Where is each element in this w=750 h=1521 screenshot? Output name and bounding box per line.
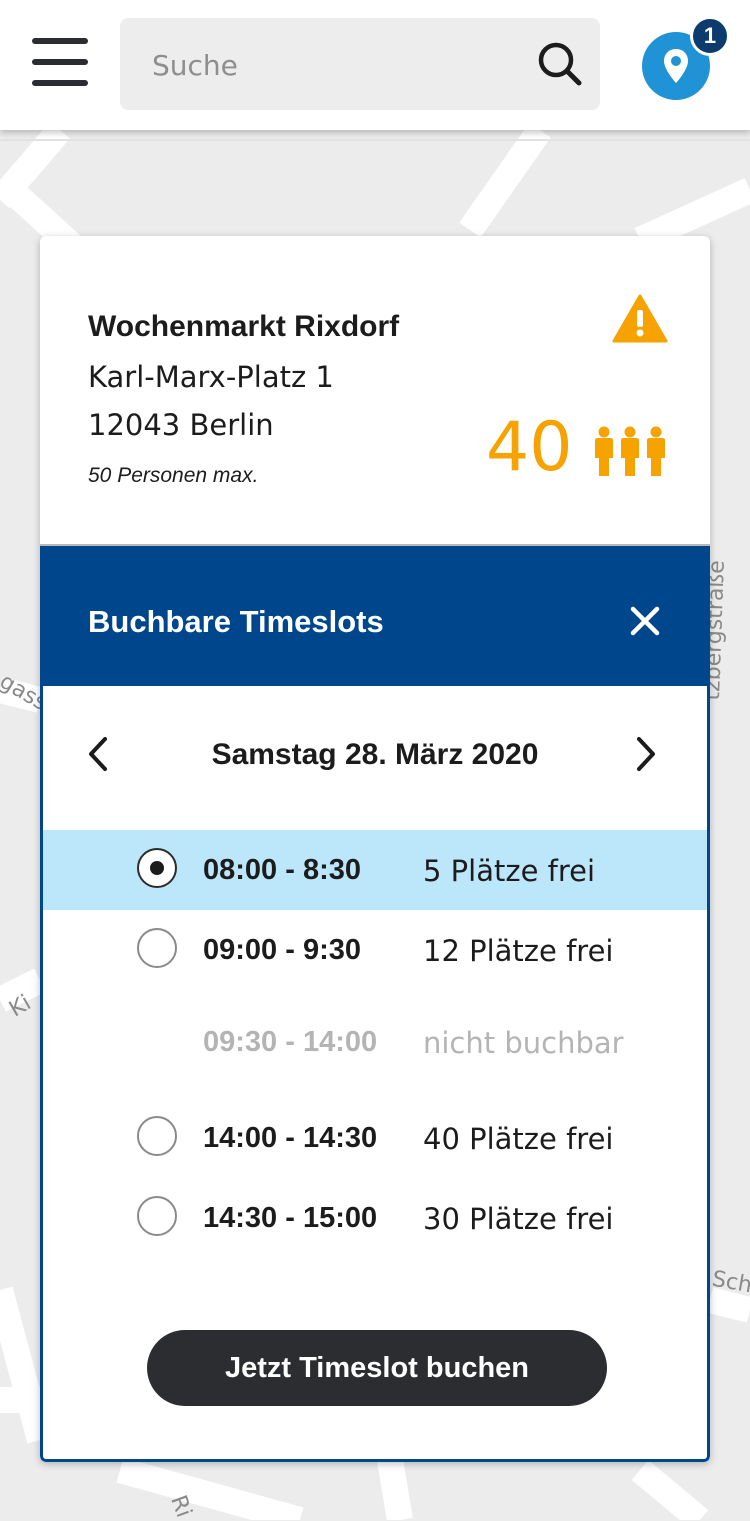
search-input[interactable] — [150, 18, 534, 112]
timeslot-radio[interactable] — [137, 928, 177, 968]
date-navigation: Samstag 28. März 2020 — [43, 724, 707, 784]
timeslot-radio[interactable] — [137, 1196, 177, 1236]
market-name: Wochenmarkt Rixdorf — [88, 310, 400, 343]
timeslot-time: 14:30 - 15:00 — [203, 1202, 378, 1234]
warning-icon — [612, 294, 668, 349]
timeslot-time: 09:00 - 9:30 — [203, 934, 361, 966]
timeslot-radio[interactable] — [137, 1116, 177, 1156]
timeslot-availability: 5 Plätze frei — [423, 854, 596, 888]
close-icon[interactable] — [630, 606, 660, 641]
timeslot-row[interactable]: 08:00 - 8:30 5 Plätze frei — [43, 830, 707, 910]
timeslot-radio[interactable] — [137, 848, 177, 888]
market-address-city: 12043 Berlin — [88, 408, 274, 442]
timeslot-row-unavailable: 09:30 - 14:00 nicht buchbar — [43, 1002, 707, 1082]
timeslots-header: Buchbare Timeslots — [40, 546, 710, 686]
market-address-street: Karl-Marx-Platz 1 — [88, 360, 334, 394]
top-bar: 1 — [0, 0, 750, 130]
market-capacity: 50 Personen max. — [88, 464, 259, 487]
market-card: Wochenmarkt Rixdorf Karl-Marx-Platz 1 12… — [40, 236, 710, 1462]
timeslots-panel: Samstag 28. März 2020 08:00 - 8:30 5 Plä… — [40, 686, 710, 1462]
timeslot-availability: nicht buchbar — [423, 1026, 624, 1060]
timeslots-title: Buchbare Timeslots — [88, 604, 384, 639]
market-info: Wochenmarkt Rixdorf Karl-Marx-Platz 1 12… — [40, 236, 710, 546]
chevron-right-icon[interactable] — [633, 736, 659, 777]
search-icon[interactable] — [536, 40, 584, 88]
timeslot-time: 09:30 - 14:00 — [203, 1026, 378, 1058]
location-count-badge: 1 — [690, 16, 730, 56]
timeslot-row[interactable]: 09:00 - 9:30 12 Plätze frei — [43, 910, 707, 990]
timeslot-time: 14:00 - 14:30 — [203, 1122, 378, 1154]
menu-icon[interactable] — [30, 36, 90, 90]
timeslot-row[interactable]: 14:00 - 14:30 40 Plätze frei — [43, 1098, 707, 1178]
people-icon — [592, 426, 668, 483]
timeslot-availability: 40 Plätze frei — [423, 1122, 614, 1156]
timeslot-availability: 12 Plätze frei — [423, 934, 614, 968]
book-timeslot-button[interactable]: Jetzt Timeslot buchen — [147, 1330, 607, 1406]
location-pin-icon — [664, 49, 688, 83]
timeslot-row[interactable]: 14:30 - 15:00 30 Plätze frei — [43, 1178, 707, 1258]
timeslot-time: 08:00 - 8:30 — [203, 854, 361, 886]
selected-date: Samstag 28. März 2020 — [211, 738, 539, 771]
timeslot-availability: 30 Plätze frei — [423, 1202, 614, 1236]
current-visitor-count: 40 — [486, 408, 573, 487]
search-bar — [120, 18, 600, 112]
